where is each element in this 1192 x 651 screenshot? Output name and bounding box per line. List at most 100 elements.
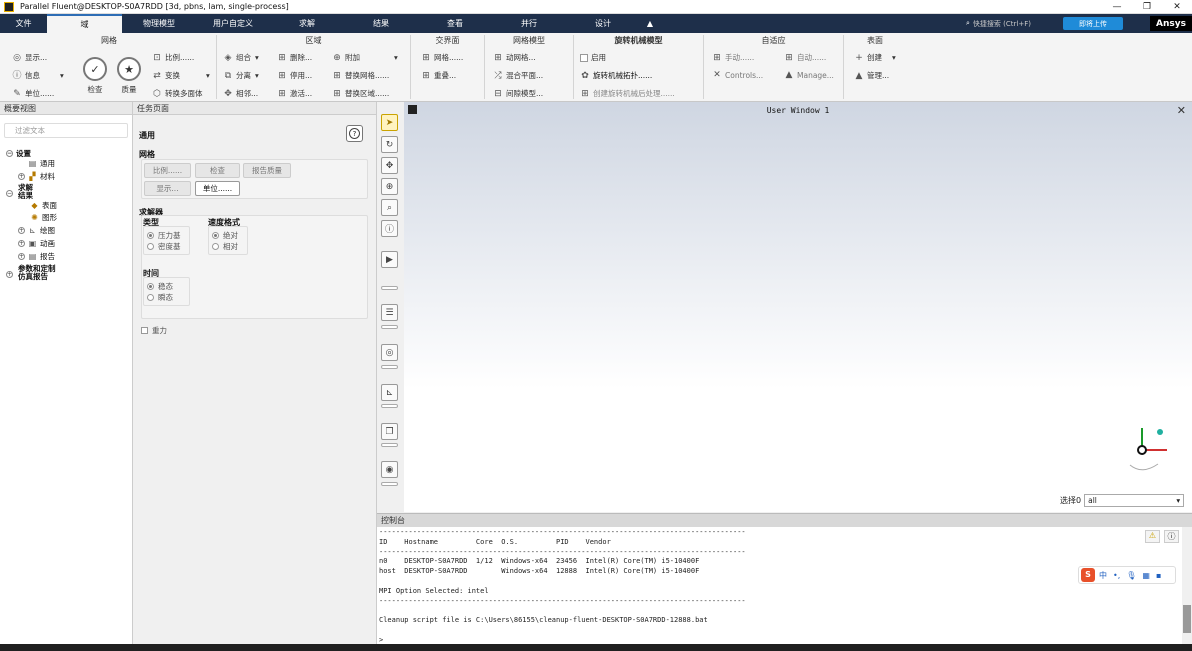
mesh-scale-button[interactable]: ⊡ 比例...... [152,52,194,63]
probe-icon[interactable]: ⓘ [381,220,398,237]
mesh-transform-button[interactable]: ⇄ 变换 ▾ [152,70,210,81]
view-eye-icon[interactable]: ◉ [381,461,398,478]
task-report-quality-button[interactable]: 报告质量 [243,163,291,178]
restore-button[interactable]: ❐ [1132,0,1162,14]
turbo-enable-checkbox[interactable]: 启用 [580,52,606,63]
task-units-button[interactable]: 单位...... [195,181,240,196]
dynamic-mesh-button[interactable]: ⊞ 动网格... [493,52,535,63]
collapse-ribbon-icon[interactable]: ▲ [640,14,660,33]
surface-manage-button[interactable]: ▲ 管理... [854,70,890,81]
radio-relative[interactable]: 相对 [212,241,238,252]
mesh-quality-button[interactable]: ★ 质量 [114,57,144,95]
toolbar-handle-icon[interactable] [381,365,398,369]
sim-report-expand-icon[interactable]: + [6,271,16,278]
menu-solve[interactable]: 求解 [270,14,344,33]
surface-create-button[interactable]: + 创建 ▾ [854,52,896,63]
radio-absolute[interactable]: 绝对 [212,230,238,241]
fit-icon[interactable]: ▶ [381,251,398,268]
overset-icon: ⊞ [422,70,430,81]
radio-transient[interactable]: 瞬态 [147,292,173,303]
task-check-button[interactable]: 检查 [195,163,240,178]
zone-separate-button[interactable]: ⧉ 分离 ▾ [223,70,259,81]
radio-pressure-based[interactable]: 压力基 [147,230,181,241]
tree-item-sim-report[interactable]: 仿真报告 [18,271,48,282]
replace-zone-button[interactable]: ⊞ 替换区域...... [332,88,389,99]
expand-icon: + [18,227,25,234]
close-button[interactable]: ✕ [1162,0,1192,14]
quick-search[interactable]: ⌕ 快捷搜索 (Ctrl+F) [966,16,1058,31]
console-panel[interactable]: 控制台 ------------------------------------… [377,513,1192,645]
toolbar-handle-icon[interactable] [381,404,398,408]
replace-mesh-button[interactable]: ⊞ 替换网格...... [332,70,389,81]
zone-append-button[interactable]: ⊕ 附加 ▾ [332,52,398,63]
tree-item-surfaces[interactable]: ◆ 表面 [30,200,57,211]
filter-input[interactable]: 过滤文本 [4,123,128,138]
axes-icon[interactable]: ⊾ [381,384,398,401]
menu-view[interactable]: 查看 [418,14,492,33]
zone-activate-button[interactable]: ⊞ 激活... [277,88,312,99]
interface-mesh-button[interactable]: ⊞ 网格...... [421,52,463,63]
upload-button[interactable]: 即将上传 [1063,17,1123,30]
zone-combine-button[interactable]: ◈ 组合 ▾ [223,52,259,63]
menu-results[interactable]: 结果 [344,14,418,33]
help-button[interactable]: ? [346,125,363,142]
zoom-tool-icon[interactable]: ⊕ [381,178,398,195]
minimize-button[interactable]: — [1102,0,1132,14]
warning-icon[interactable]: ⚠ [1145,530,1160,543]
overset-button[interactable]: ⊞ 重叠... [421,70,456,81]
viewer-close-button[interactable]: ✕ [1177,104,1186,117]
radio-steady[interactable]: 稳态 [147,281,173,292]
info-icon[interactable]: ⓘ [1164,530,1179,543]
zone-adjacency-button[interactable]: ✥ 相邻... [223,88,258,99]
task-display-button[interactable]: 显示... [144,181,191,196]
mixing-plane-button[interactable]: ⤮ 混合平面... [493,70,543,81]
adapt-controls-button[interactable]: ✕ Controls... [712,70,763,80]
lighting-icon[interactable]: ◎ [381,344,398,361]
copy-icon[interactable]: ❐ [381,423,398,440]
zone-deactivate-button[interactable]: ⊞ 停用... [277,70,312,81]
results-collapse-icon[interactable]: − [6,190,16,197]
tree-item-reports[interactable]: + ▤ 报告 [18,251,55,262]
adapt-manage-button[interactable]: ▲ Manage... [784,70,834,80]
menu-physics[interactable]: 物理模型 [122,14,196,33]
menu-domain[interactable]: 域 [47,14,122,33]
mesh-check-button[interactable]: ✓ 检查 [80,57,110,95]
mesh-display-button[interactable]: ◎ 显示... [12,52,47,63]
pan-tool-icon[interactable]: ✥ [381,157,398,174]
axis-triad-icon [1129,428,1167,471]
gravity-checkbox[interactable]: 重力 [141,325,167,336]
graphics-window[interactable]: User Window 1 ✕ [404,102,1192,512]
zone-delete-button[interactable]: ⊞ 删除... [277,52,312,63]
menu-file[interactable]: 文件 [0,14,47,33]
pointer-tool-icon[interactable]: ➤ [381,114,398,131]
tree-item-general[interactable]: ▤ 通用 [28,158,55,169]
adapt-auto-button[interactable]: ⊞ 自动...... [784,52,826,63]
radio-density-based[interactable]: 密度基 [147,241,181,252]
tree-item-animations[interactable]: + ▣ 动画 [18,238,55,249]
tree-item-plots[interactable]: + ⊾ 绘图 [18,225,55,236]
turbo-post-button[interactable]: ⊞ 创建旋转机械后处理...... [580,88,675,99]
mesh-info-button[interactable]: ⓘ 信息 ▾ [12,70,63,81]
menu-design[interactable]: 设计 [566,14,640,33]
layers-icon[interactable]: ☰ [381,304,398,321]
adapt-manual-button[interactable]: ⊞ 手动...... [712,52,754,63]
toolbar-handle-icon[interactable] [381,286,398,290]
toolbar-handle-icon[interactable] [381,325,398,329]
toolbar-handle-icon[interactable] [381,482,398,486]
console-scrollbar[interactable] [1182,527,1192,645]
zoom-box-icon[interactable]: ⌕ [381,199,398,216]
menu-user-defined[interactable]: 用户自定义 [196,14,270,33]
gap-model-button[interactable]: ⊟ 间隙模型... [493,88,543,99]
ime-toolbar[interactable]: S 中 •, 🎙 ▦ ▪ [1078,566,1176,584]
mesh-poly-button[interactable]: ⬡ 转换多面体 [152,88,202,99]
menu-parallel[interactable]: 并行 [492,14,566,33]
tree-item-materials[interactable]: + ▞ 材料 [18,171,55,182]
task-scale-button[interactable]: 比例...... [144,163,191,178]
poly-icon: ⬡ [153,88,161,99]
rotate-tool-icon[interactable]: ↻ [381,136,398,153]
toolbar-handle-icon[interactable] [381,443,398,447]
mesh-units-button[interactable]: ✎ 单位...... [12,88,54,99]
tree-item-graphics[interactable]: ✺ 图形 [30,212,57,223]
selection-dropdown[interactable]: all ▾ [1084,494,1185,507]
turbo-topology-button[interactable]: ✿ 旋转机械拓扑...... [580,70,652,81]
